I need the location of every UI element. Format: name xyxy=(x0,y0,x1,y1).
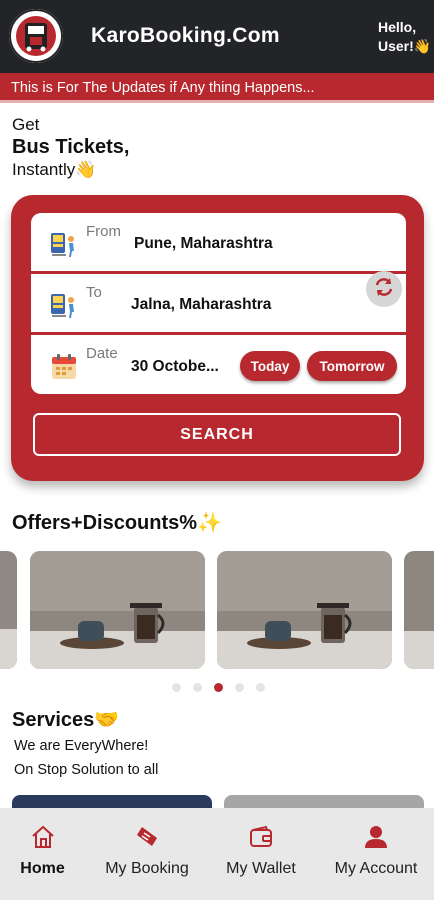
user-greeting: Hello, User!👋 xyxy=(378,18,434,56)
services-line-2: On Stop Solution to all xyxy=(14,762,159,778)
updates-ticker: This is For The Updates if Any thing Hap… xyxy=(0,73,434,103)
to-label: To xyxy=(86,284,102,301)
offer-slide[interactable] xyxy=(217,551,392,669)
date-value: 30 Octobe... xyxy=(131,358,219,375)
from-value: Pune, Maharashtra xyxy=(134,235,273,252)
home-icon xyxy=(30,824,56,850)
bus-ticket-logo-icon[interactable] xyxy=(9,9,63,63)
to-value: Jalna, Maharashtra xyxy=(131,296,272,313)
to-field[interactable]: To Jalna, Maharashtra xyxy=(31,274,406,334)
nav-label-my-account: My Account xyxy=(334,860,418,877)
swap-refresh-icon xyxy=(372,275,396,304)
ticker-text: This is For The Updates if Any thing Hap… xyxy=(11,80,315,96)
nav-label-home: Home xyxy=(20,860,65,877)
greeting-line-2: User!👋 xyxy=(378,38,432,54)
offers-title: Offers+Discounts%✨ xyxy=(12,512,222,534)
swap-locations-button[interactable] xyxy=(366,271,402,307)
pagination-dot[interactable] xyxy=(235,683,244,692)
from-field[interactable]: From Pune, Maharashtra xyxy=(31,213,406,273)
pagination-dot[interactable] xyxy=(256,683,265,692)
hero-line-get: Get xyxy=(12,115,40,134)
ticker-underline xyxy=(0,100,434,103)
search-card: From Pune, Maharashtra To Jalna, Maharas… xyxy=(11,195,424,481)
offer-slide[interactable] xyxy=(404,551,434,669)
bus-stop-person-icon xyxy=(49,291,79,321)
pagination-dot-active[interactable] xyxy=(214,683,223,692)
from-label: From xyxy=(86,223,121,240)
nav-item-my-booking[interactable]: My Booking xyxy=(95,808,199,900)
bottom-nav: Home My Booking My Wallet My Account xyxy=(0,808,434,900)
pagination-dot[interactable] xyxy=(193,683,202,692)
search-fields: From Pune, Maharashtra To Jalna, Maharas… xyxy=(31,213,406,394)
pagination-dot[interactable] xyxy=(172,683,181,692)
account-icon xyxy=(363,824,389,850)
nav-label-my-booking: My Booking xyxy=(105,860,189,877)
nav-item-my-wallet[interactable]: My Wallet xyxy=(216,808,306,900)
wallet-icon xyxy=(248,824,274,850)
hero-line-bus-tickets: Bus Tickets, xyxy=(12,136,130,158)
app-title: KaroBooking.Com xyxy=(91,24,280,47)
date-field[interactable]: Date 30 Octobe... Today Tomorrow xyxy=(31,335,406,394)
today-button[interactable]: Today xyxy=(240,351,300,381)
offer-slide[interactable] xyxy=(0,551,17,669)
hero-line-instantly: Instantly👋 xyxy=(12,160,97,179)
greeting-line-1: Hello, xyxy=(378,19,417,35)
nav-label-my-wallet: My Wallet xyxy=(226,860,296,877)
nav-item-home[interactable]: Home xyxy=(0,808,85,900)
offer-slide[interactable] xyxy=(30,551,205,669)
bus-stop-person-icon xyxy=(49,230,79,260)
search-button[interactable]: SEARCH xyxy=(33,413,401,456)
services-title: Services🤝 xyxy=(12,709,120,731)
services-line-1: We are EveryWhere! xyxy=(14,738,149,754)
tomorrow-button[interactable]: Tomorrow xyxy=(307,351,397,381)
calendar-icon xyxy=(49,352,79,382)
nav-item-my-account[interactable]: My Account xyxy=(324,808,428,900)
ticket-icon xyxy=(134,824,160,850)
offers-carousel[interactable] xyxy=(0,551,434,671)
date-label: Date xyxy=(86,345,118,362)
app-bar: KaroBooking.Com Hello, User!👋 xyxy=(0,0,434,73)
